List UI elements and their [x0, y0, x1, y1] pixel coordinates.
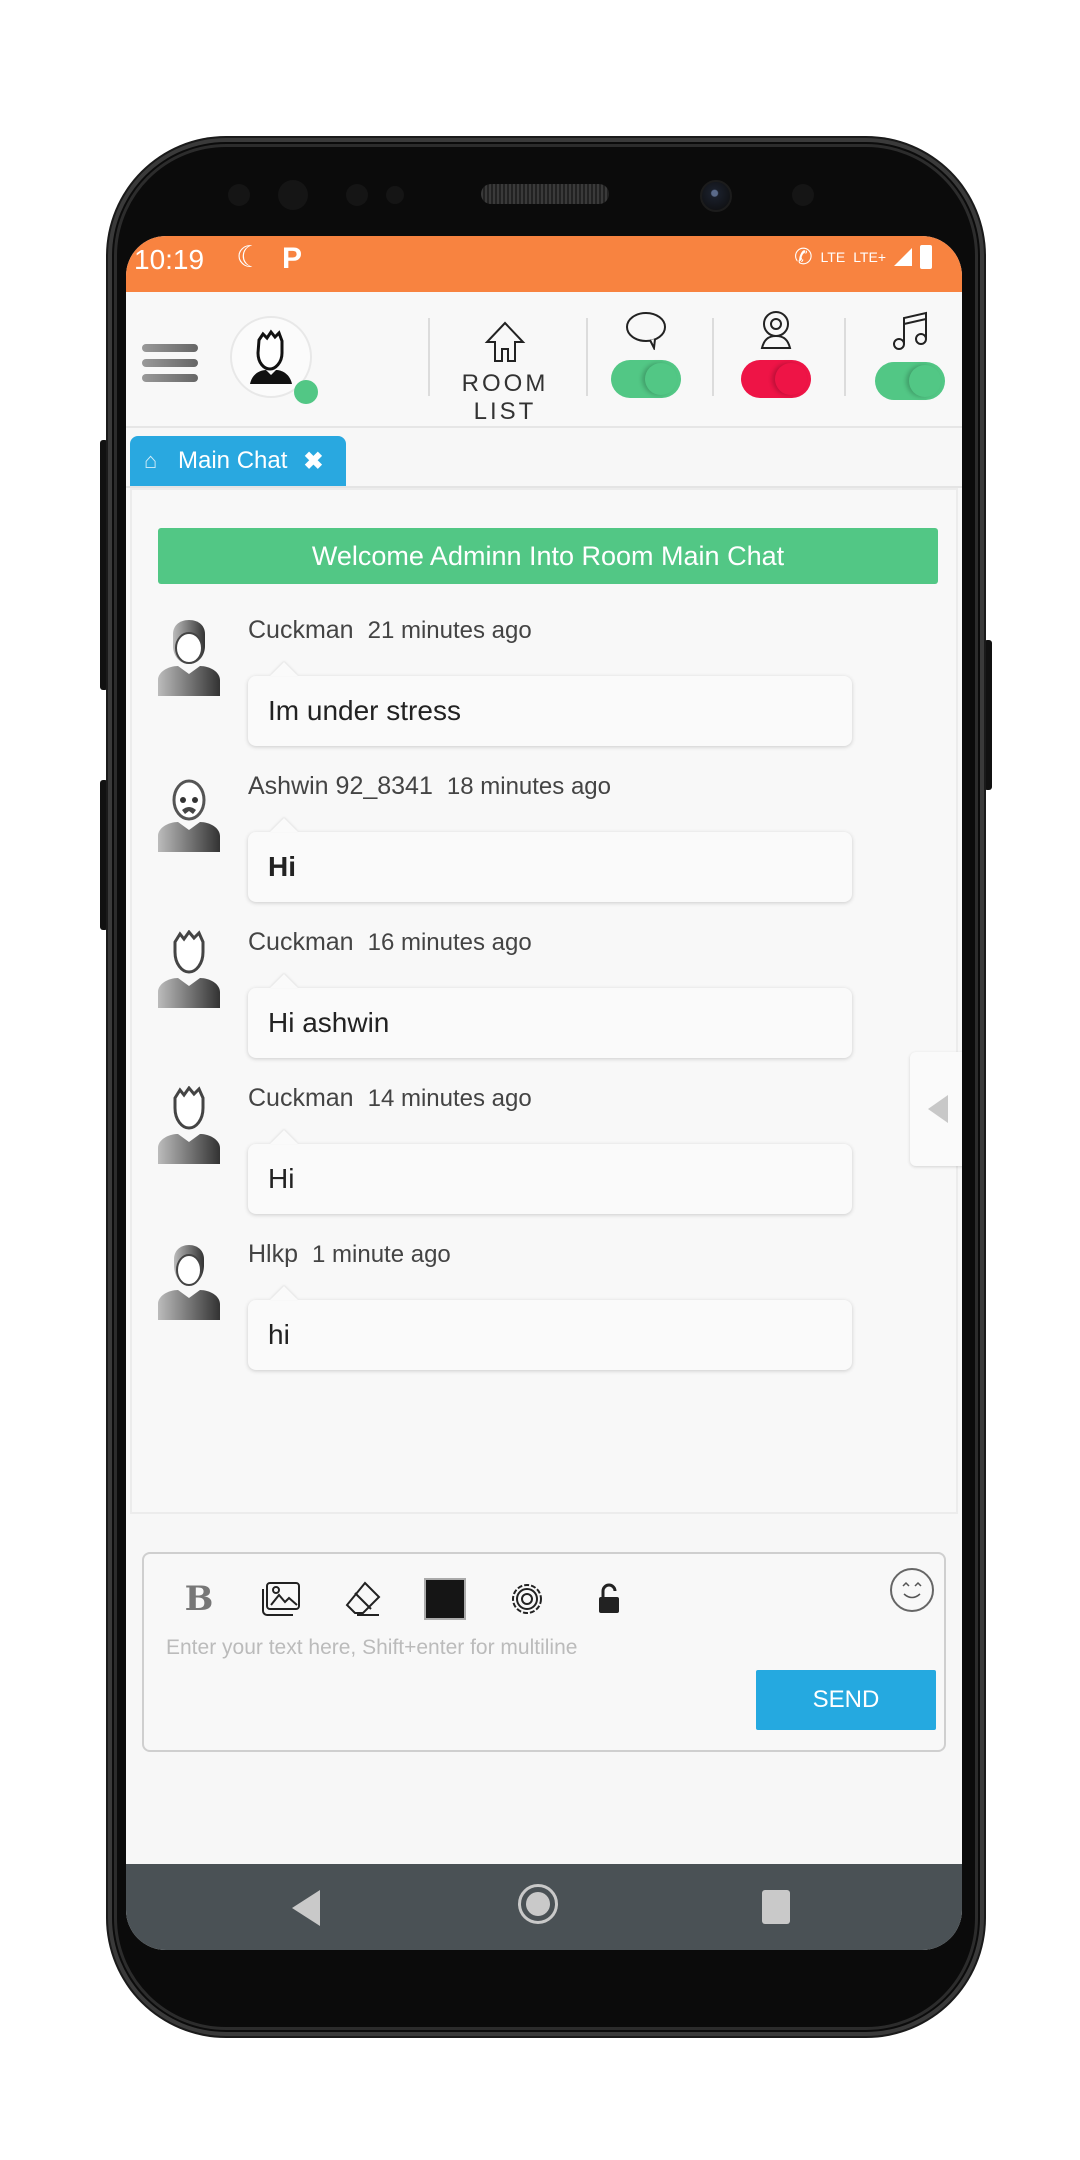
home-button-icon[interactable]	[518, 1884, 558, 1924]
user-avatar[interactable]	[230, 316, 318, 404]
android-nav-bar	[126, 1864, 962, 1950]
chat-toggle-group	[606, 310, 686, 398]
power-button	[984, 640, 992, 790]
message-username[interactable]: Hlkp	[248, 1240, 298, 1268]
chat-message: Cuckman 14 minutes ago Hi	[156, 1084, 936, 1234]
message-time: 14 minutes ago	[367, 1085, 532, 1112]
music-note-icon	[893, 311, 927, 350]
user-avatar-icon[interactable]	[156, 1242, 222, 1320]
message-time: 16 minutes ago	[367, 929, 532, 956]
chat-toggle[interactable]	[611, 360, 681, 398]
tab-main-chat[interactable]: ⌂ Main Chat ✖	[130, 436, 346, 486]
chat-message: Cuckman 16 minutes ago Hi ashwin	[156, 928, 936, 1078]
webcam-toggle[interactable]	[741, 360, 811, 398]
message-bubble: Hi	[248, 1144, 852, 1214]
composer-toolbar: B	[174, 1574, 666, 1624]
network-label: LTE	[820, 249, 846, 265]
front-camera	[700, 180, 732, 212]
home-icon: ⌂	[144, 448, 158, 473]
color-swatch	[424, 1578, 466, 1620]
message-input[interactable]: Enter your text here, Shift+enter for mu…	[166, 1636, 577, 1660]
earpiece-speaker	[481, 184, 609, 204]
divider	[712, 318, 714, 396]
message-time: 21 minutes ago	[367, 617, 532, 644]
message-username[interactable]: Cuckman	[248, 928, 354, 956]
bold-icon[interactable]: B	[174, 1574, 224, 1624]
room-list-button[interactable]: ROOM LIST	[430, 320, 580, 426]
image-icon[interactable]	[256, 1574, 306, 1624]
text-color-picker[interactable]	[420, 1574, 470, 1624]
message-bubble: Hi ashwin	[248, 988, 852, 1058]
sensor	[386, 186, 404, 204]
network-label: LTE+	[853, 249, 886, 265]
moon-icon: ☾	[236, 241, 263, 274]
eraser-icon[interactable]	[338, 1574, 388, 1624]
signal-icon	[894, 248, 912, 266]
app-bar: ROOM LIST	[126, 292, 962, 428]
sensor	[346, 184, 368, 206]
message-bubble: hi	[248, 1300, 852, 1370]
volume-button	[100, 440, 108, 690]
screen: 10:19 ☾ P ✆ LTE LTE+ ROOM LIST ⌂ Main Ch…	[126, 236, 962, 1950]
room-list-label: ROOM LIST	[461, 370, 549, 425]
divider	[844, 318, 846, 396]
message-username[interactable]: Ashwin 92_8341	[248, 772, 433, 800]
user-avatar-icon[interactable]	[156, 930, 222, 1008]
sensor	[228, 184, 250, 206]
divider	[586, 318, 588, 396]
room-tabs: ⌂ Main Chat ✖	[126, 428, 962, 488]
tab-label: Main Chat	[178, 447, 288, 474]
message-bubble: Im under stress	[248, 676, 852, 746]
bixby-button	[100, 780, 108, 930]
user-avatar-icon[interactable]	[156, 774, 222, 852]
message-composer: B Enter your text here, Shift+enter for …	[142, 1552, 946, 1752]
webcam-icon	[760, 311, 792, 349]
user-list-toggle[interactable]	[910, 1052, 962, 1166]
settings-icon[interactable]	[502, 1574, 552, 1624]
message-time: 1 minute ago	[312, 1241, 451, 1268]
hamburger-icon[interactable]	[142, 344, 198, 382]
speech-bubble-icon	[626, 312, 666, 352]
picture-notification-icon: P	[282, 242, 303, 275]
chat-message: Cuckman 21 minutes ago Im under stress	[156, 616, 936, 766]
message-username[interactable]: Cuckman	[248, 1084, 354, 1112]
recents-icon[interactable]	[762, 1890, 790, 1924]
sound-toggle[interactable]	[875, 362, 945, 400]
message-bubble: Hi	[248, 832, 852, 902]
message-time: 18 minutes ago	[446, 773, 611, 800]
welcome-banner: Welcome Adminn Into Room Main Chat	[158, 528, 938, 584]
unlock-icon[interactable]	[584, 1574, 634, 1624]
battery-charging-icon	[920, 245, 932, 269]
chat-messages: Welcome Adminn Into Room Main Chat Cuckm…	[130, 488, 958, 1514]
status-time: 10:19	[134, 244, 205, 275]
chevron-left-icon	[928, 1095, 948, 1123]
online-status-dot	[294, 380, 318, 404]
back-icon[interactable]	[292, 1890, 320, 1926]
user-avatar-icon[interactable]	[156, 1086, 222, 1164]
iris-sensor	[278, 180, 308, 210]
sensor	[792, 184, 814, 206]
status-bar: 10:19 ☾ P ✆ LTE LTE+	[126, 236, 962, 292]
chat-message: Hlkp 1 minute ago hi	[156, 1240, 936, 1390]
user-avatar-icon[interactable]	[156, 618, 222, 696]
message-username[interactable]: Cuckman	[248, 616, 354, 644]
webcam-toggle-group	[736, 310, 816, 398]
close-tab-icon[interactable]: ✖	[303, 447, 323, 476]
emoji-icon[interactable]	[890, 1568, 934, 1612]
call-icon: ✆	[794, 244, 813, 269]
home-icon	[484, 321, 526, 362]
chat-message: Ashwin 92_8341 18 minutes ago Hi	[156, 772, 936, 922]
sound-toggle-group	[870, 310, 950, 400]
send-button[interactable]: SEND	[756, 1670, 936, 1730]
status-right-icons: ✆ LTE LTE+	[794, 244, 932, 270]
